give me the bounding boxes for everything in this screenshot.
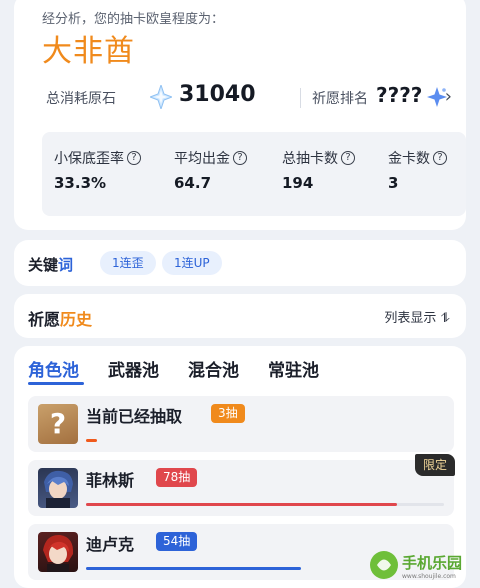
history-title-main: 祈愿: [28, 310, 61, 329]
summary-heading: 经分析，您的抽卡欧皇程度为：: [42, 12, 225, 27]
watermark-subtext: www.shoujile.com: [402, 573, 456, 580]
pull-row-current[interactable]: ? 当前已经抽取 3抽: [28, 396, 454, 452]
metric-label: 小保底歪率: [54, 151, 124, 167]
progress-fill: [86, 503, 398, 506]
stats-row: 总消耗原石 31040 祈愿排名 ???? ›: [42, 82, 462, 112]
summary-card: 经分析，您的抽卡欧皇程度为： 大非酋 总消耗原石 31040 祈愿排名 ????…: [14, 0, 466, 230]
keywords-title-accent: 词: [58, 256, 74, 274]
pull-count-badge: 78抽: [156, 468, 198, 487]
progress-fill: [86, 567, 301, 570]
pull-row-character[interactable]: 菲林斯 78抽 限定: [28, 454, 455, 516]
question-mark-icon: ?: [49, 407, 67, 440]
wish-history-title: 祈愿历史: [28, 306, 92, 330]
row-name: 当前已经抽取: [86, 407, 183, 426]
keywords-title-main: 关键: [28, 256, 59, 274]
stats-divider: [300, 88, 301, 108]
character-avatar: [38, 468, 78, 508]
rank-chevron-icon[interactable]: ›: [445, 86, 452, 107]
total-primogems-label: 总消耗原石: [46, 91, 116, 107]
metric-gold-count: 金卡数? 3: [388, 148, 447, 192]
metric-value: 3: [388, 174, 399, 192]
luck-level: 大非酋: [42, 34, 135, 69]
keyword-tag: 1连歪: [100, 251, 156, 275]
progress-fill: [86, 439, 97, 442]
character-avatar: [38, 532, 78, 572]
unknown-avatar: ?: [38, 404, 78, 444]
help-icon[interactable]: ?: [341, 151, 355, 165]
tab-weapon-pool[interactable]: 武器池: [108, 356, 159, 381]
site-watermark-logo: 手机乐园 www.shoujile.com: [370, 551, 462, 580]
total-primogems-value: 31040: [179, 82, 256, 107]
tab-standard-pool[interactable]: 常驻池: [268, 356, 319, 381]
progress-track: [86, 503, 444, 506]
limited-badge: 限定: [414, 454, 455, 476]
tab-mixed-pool[interactable]: 混合池: [188, 356, 239, 381]
wish-rank-label: 祈愿排名: [312, 91, 368, 107]
metric-label: 总抽卡数: [282, 151, 338, 167]
metric-total-pulls: 总抽卡数? 194: [282, 148, 355, 192]
list-view-toggle[interactable]: 列表显示 ⥮: [384, 307, 450, 326]
progress-track: [86, 439, 444, 442]
pull-count-badge: 54抽: [156, 532, 198, 551]
row-name: 菲林斯: [86, 471, 135, 490]
row-name: 迪卢克: [86, 535, 135, 554]
wish-rank-value: ????: [376, 83, 423, 107]
active-tab-indicator: [28, 382, 84, 385]
metric-value: 33.3%: [54, 174, 107, 192]
help-icon[interactable]: ?: [233, 151, 247, 165]
metric-value: 64.7: [174, 174, 212, 192]
metric-value: 194: [282, 174, 314, 192]
tab-character-pool[interactable]: 角色池: [28, 356, 79, 381]
keywords-card: 关键词 1连歪 1连UP: [14, 240, 466, 286]
watermark-text: 手机乐园: [402, 554, 462, 572]
keyword-tag: 1连UP: [162, 251, 222, 275]
pull-count-badge: 3抽: [211, 404, 245, 423]
metrics-panel: 小保底歪率? 33.3% 平均出金? 64.7 总抽卡数? 194 金卡数? 3: [42, 132, 466, 216]
metric-label: 金卡数: [388, 151, 430, 167]
metric-average-gold: 平均出金? 64.7: [174, 148, 247, 192]
metric-label: 平均出金: [174, 151, 230, 167]
help-icon[interactable]: ?: [433, 151, 447, 165]
metric-pity-loss-rate: 小保底歪率? 33.3%: [54, 148, 141, 192]
wish-history-card: 祈愿历史 列表显示 ⥮: [14, 294, 466, 338]
history-title-accent: 历史: [60, 310, 93, 329]
keywords-title: 关键词: [28, 254, 73, 275]
primogem-icon: [150, 85, 172, 109]
help-icon[interactable]: ?: [127, 151, 141, 165]
